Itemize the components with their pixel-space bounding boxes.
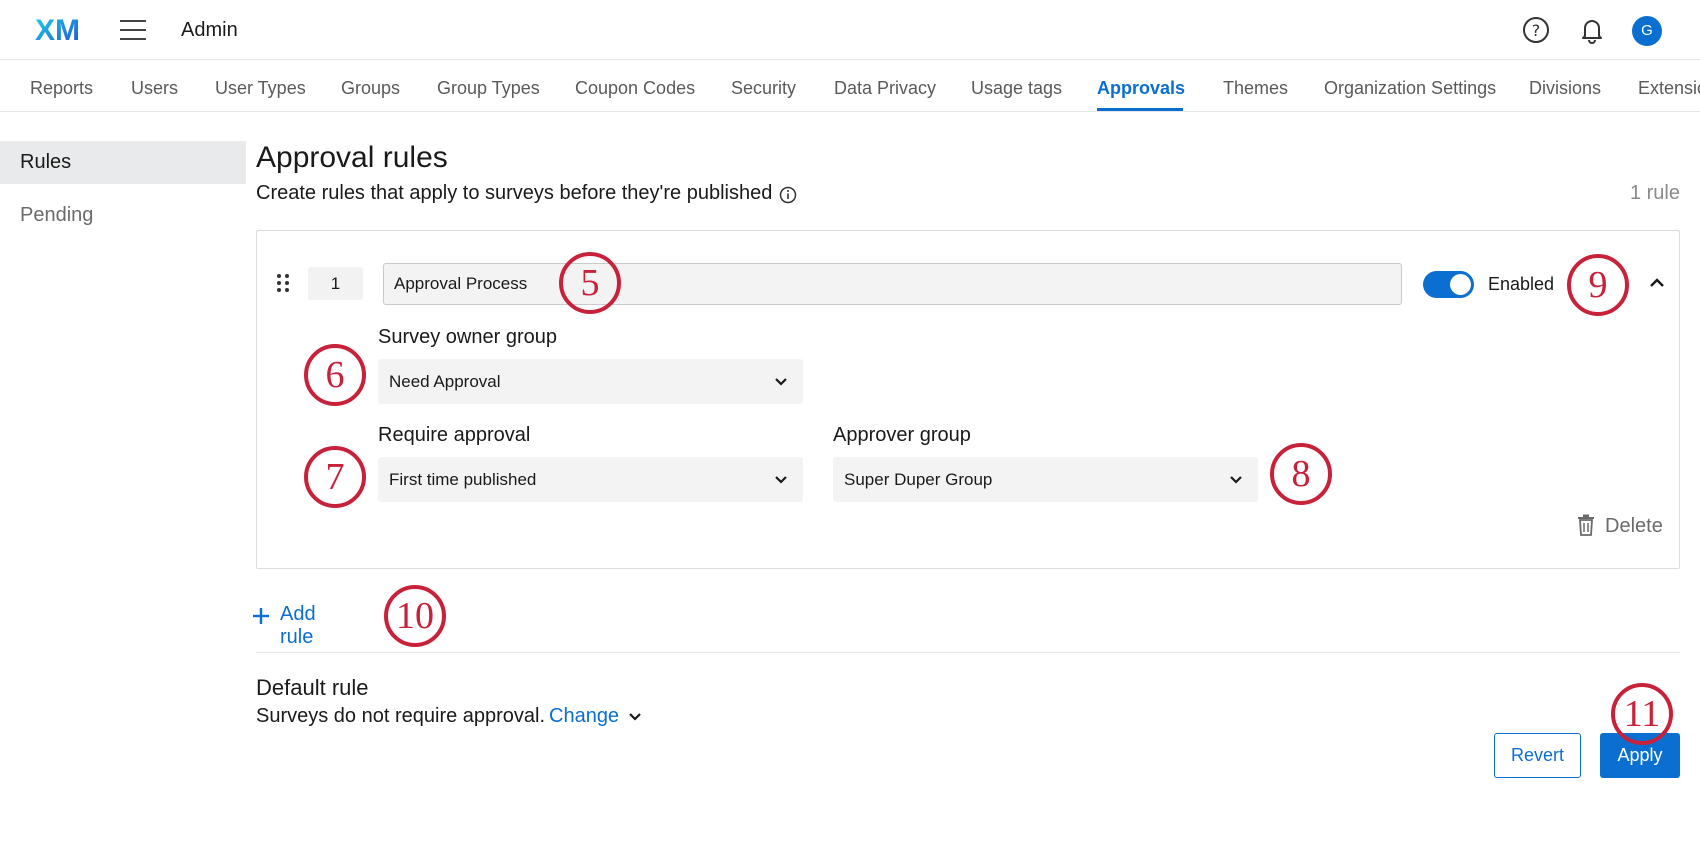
svg-text:?: ?	[1532, 21, 1541, 40]
tab-groups[interactable]: Groups	[341, 78, 400, 99]
tab-data-privacy[interactable]: Data Privacy	[834, 78, 936, 99]
default-rule-title: Default rule	[256, 675, 369, 700]
tab-group-types[interactable]: Group Types	[437, 78, 540, 99]
callout-9: 9	[1567, 254, 1629, 316]
rule-name-input[interactable]	[383, 263, 1402, 305]
require-approval-label: Require approval	[378, 424, 531, 446]
tab-themes[interactable]: Themes	[1223, 78, 1288, 99]
avatar[interactable]: G	[1632, 16, 1662, 46]
chevron-down-icon	[775, 378, 787, 386]
tab-extensions[interactable]: Extensic	[1638, 78, 1700, 99]
require-approval-select[interactable]: First time published	[378, 457, 803, 502]
survey-owner-group-label: Survey owner group	[378, 326, 557, 348]
survey-owner-group-select[interactable]: Need Approval	[378, 359, 803, 404]
tab-user-types[interactable]: User Types	[215, 78, 306, 99]
sidebar-item-pending[interactable]: Pending	[0, 194, 246, 237]
tab-coupon-codes[interactable]: Coupon Codes	[575, 78, 695, 99]
plus-icon	[253, 608, 269, 624]
tab-users[interactable]: Users	[131, 78, 178, 99]
tab-divisions[interactable]: Divisions	[1529, 78, 1601, 99]
active-tab-indicator	[1097, 108, 1183, 111]
page-subtitle: Create rules that apply to surveys befor…	[256, 182, 773, 204]
sidebar-item-rules[interactable]: Rules	[0, 141, 246, 184]
bell-icon[interactable]	[1576, 14, 1608, 46]
rule-count: 1 rule	[1629, 182, 1680, 204]
toggle-knob	[1450, 274, 1471, 295]
chevron-down-icon	[775, 476, 787, 484]
top-header: XM Admin ? G	[0, 0, 1700, 60]
drag-handle-icon[interactable]	[276, 272, 290, 294]
revert-button[interactable]: Revert	[1494, 733, 1581, 778]
require-approval-value: First time published	[389, 470, 537, 489]
tab-organization-settings[interactable]: Organization Settings	[1324, 78, 1496, 99]
app-title: Admin	[181, 19, 238, 41]
callout-5: 5	[559, 252, 621, 314]
trash-icon	[1578, 514, 1594, 536]
callout-10: 10	[384, 585, 446, 647]
chevron-up-icon[interactable]	[1648, 274, 1666, 292]
tab-security[interactable]: Security	[731, 78, 796, 99]
rule-number: 1	[308, 267, 363, 300]
delete-label: Delete	[1605, 515, 1663, 537]
xm-logo[interactable]: XM	[35, 14, 85, 46]
change-link[interactable]: Change	[549, 705, 619, 728]
approver-group-select[interactable]: Super Duper Group	[833, 457, 1258, 502]
tab-reports[interactable]: Reports	[30, 78, 93, 99]
section-divider	[256, 652, 1680, 653]
menu-icon[interactable]	[120, 20, 146, 40]
chevron-down-icon	[1230, 476, 1242, 484]
callout-8: 8	[1270, 443, 1332, 505]
tab-approvals[interactable]: Approvals	[1097, 78, 1185, 99]
help-icon[interactable]: ?	[1520, 14, 1552, 46]
page-title: Approval rules	[256, 141, 448, 174]
default-rule-text: Surveys do not require approval.	[256, 705, 546, 727]
chevron-down-icon[interactable]	[628, 710, 642, 724]
enabled-toggle[interactable]	[1423, 271, 1474, 298]
svg-text:XM: XM	[35, 14, 80, 46]
admin-tabs: Reports Users User Types Groups Group Ty…	[0, 60, 1700, 112]
approver-group-value: Super Duper Group	[844, 470, 993, 489]
add-rule-label: Add rule	[280, 603, 316, 648]
tab-usage-tags[interactable]: Usage tags	[971, 78, 1062, 99]
enabled-label: Enabled	[1488, 274, 1555, 294]
approver-group-label: Approver group	[833, 424, 971, 446]
info-icon[interactable]	[779, 186, 797, 204]
callout-7: 7	[304, 446, 366, 508]
survey-owner-group-value: Need Approval	[389, 372, 501, 391]
callout-11: 11	[1611, 683, 1673, 745]
callout-6: 6	[304, 344, 366, 406]
